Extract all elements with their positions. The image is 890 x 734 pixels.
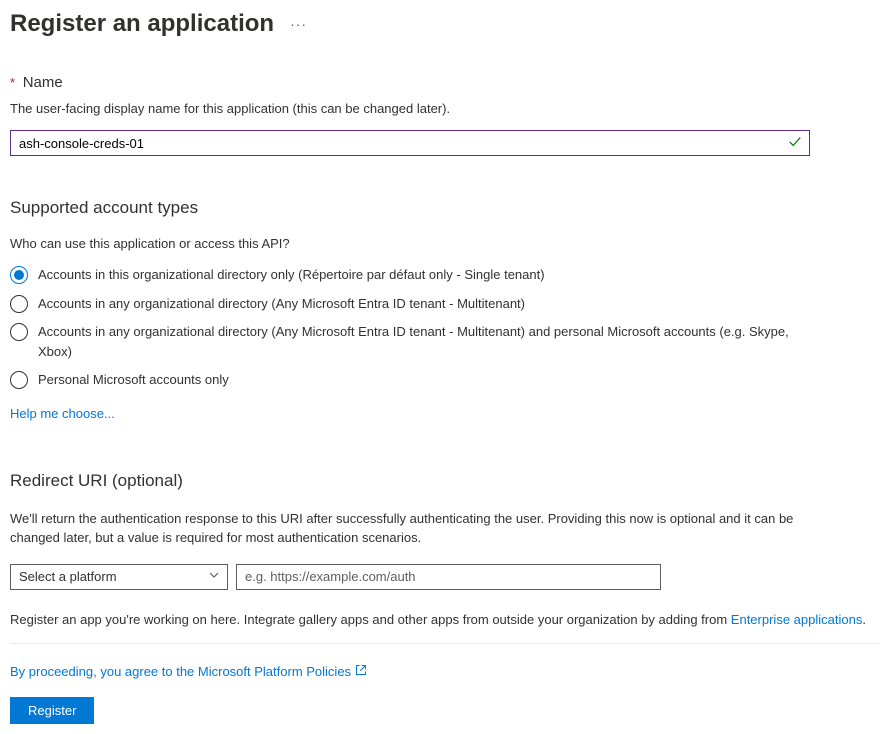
external-link-icon (355, 664, 367, 679)
platform-select-value: Select a platform (19, 569, 117, 584)
more-icon[interactable]: ··· (290, 16, 307, 32)
redirect-url-input[interactable] (236, 564, 661, 590)
page-title: Register an application (10, 10, 274, 38)
footer-info-text: Register an app you're working on here. … (10, 612, 880, 627)
chevron-down-icon (209, 570, 219, 583)
required-asterisk: * (10, 75, 15, 90)
radio-label: Accounts in this organizational director… (38, 265, 545, 285)
name-input[interactable] (10, 130, 810, 156)
account-types-radio-group: Accounts in this organizational director… (10, 265, 880, 390)
radio-personal-only[interactable] (10, 371, 28, 389)
redirect-uri-title: Redirect URI (optional) (10, 471, 880, 491)
redirect-uri-desc: We'll return the authentication response… (10, 509, 830, 548)
radio-multitenant[interactable] (10, 295, 28, 313)
name-help-text: The user-facing display name for this ap… (10, 101, 880, 116)
radio-label: Accounts in any organizational directory… (38, 322, 798, 361)
radio-multitenant-personal[interactable] (10, 323, 28, 341)
radio-label: Accounts in any organizational directory… (38, 294, 525, 314)
account-types-subtitle: Who can use this application or access t… (10, 236, 880, 251)
help-me-choose-link[interactable]: Help me choose... (10, 406, 115, 421)
enterprise-applications-link[interactable]: Enterprise applications (731, 612, 863, 627)
register-button[interactable]: Register (10, 697, 94, 724)
radio-label: Personal Microsoft accounts only (38, 370, 229, 390)
checkmark-icon (788, 135, 802, 152)
radio-single-tenant[interactable] (10, 266, 28, 284)
platform-policies-link[interactable]: By proceeding, you agree to the Microsof… (10, 664, 351, 679)
divider (10, 643, 880, 644)
name-label: Name (23, 74, 63, 91)
account-types-title: Supported account types (10, 198, 880, 218)
platform-select[interactable]: Select a platform (10, 564, 228, 590)
